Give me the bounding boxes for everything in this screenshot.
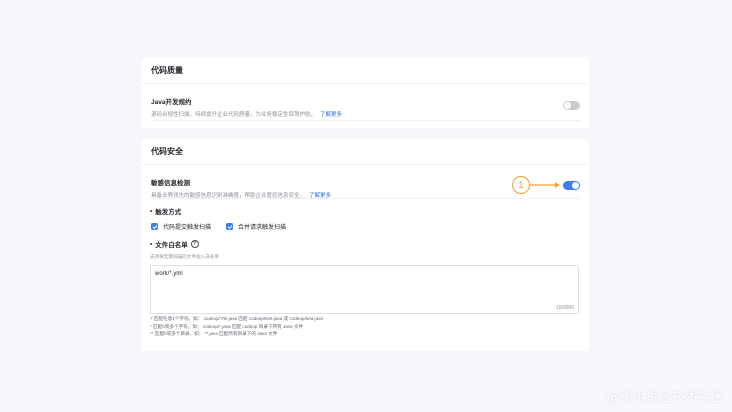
- sensitive-info-toggle[interactable]: [563, 181, 580, 190]
- watermark: @稀土掘金技术社区: [606, 390, 724, 405]
- commit-trigger-checkbox-row[interactable]: 代码提交触发扫描: [151, 222, 211, 231]
- java-rule-toggle[interactable]: [563, 101, 580, 110]
- divider: [150, 120, 580, 121]
- divider: [150, 198, 580, 199]
- whitelist-value: work/*.yml: [155, 271, 183, 277]
- java-rule-description: 源码合规性扫描，持续提升企业代码质量，为业务稳定性保驾护航。 了解更多: [151, 110, 579, 118]
- whitelist-section-title: • 文件白名单 ?: [150, 239, 199, 249]
- trigger-title-text: 触发方式: [155, 209, 182, 216]
- toggle-knob: [564, 102, 571, 109]
- toggle-knob: [572, 182, 579, 189]
- annotation-arrow-icon: [530, 182, 560, 188]
- trigger-section-title: • 触发方式: [150, 206, 182, 217]
- annotation-marker: 1: [512, 176, 530, 194]
- java-rule-desc-text: 源码合规性扫描，持续提升企业代码质量，为业务稳定性保驾护航。: [151, 112, 317, 118]
- whitelist-rule-3: ** 匹配0或多个目录。如： **.java 匹配所有目录下的 Java 文件: [150, 331, 278, 336]
- whitelist-hint: 支持将无需扫描的文件加入白名单: [150, 254, 219, 259]
- bullet-dot: •: [150, 240, 153, 248]
- commit-trigger-checkbox[interactable]: [151, 223, 158, 230]
- code-quality-card: 代码质量 Java开发规约 源码合规性扫描，持续提升企业代码质量，为业务稳定性保…: [141, 58, 589, 128]
- whitelist-rule-1: ? 匹配任意1个字符。如： codeup/?/el.java 匹配 codeup…: [150, 316, 323, 321]
- java-rule-title: Java开发规约: [151, 99, 192, 106]
- whitelist-char-counter: 10/3000: [555, 305, 574, 311]
- merge-request-trigger-label: 合并请求触发扫描: [238, 225, 287, 231]
- java-rule-row: Java开发规约 源码合规性扫描，持续提升企业代码质量，为业务稳定性保驾护航。了…: [141, 84, 589, 118]
- help-icon[interactable]: ?: [190, 240, 199, 248]
- merge-request-trigger-checkbox-row[interactable]: 合并请求触发扫描: [226, 222, 286, 231]
- commit-trigger-label: 代码提交触发扫描: [163, 225, 212, 231]
- code-quality-header: 代码质量: [141, 58, 589, 84]
- code-security-header: 代码安全: [141, 139, 589, 165]
- merge-request-trigger-checkbox[interactable]: [226, 223, 233, 230]
- whitelist-title-text: 文件白名单: [155, 242, 188, 249]
- whitelist-rule-2: * 匹配0或多个字符。如： codeup/*.java 匹配 codeup 目录…: [150, 323, 304, 329]
- bullet-dot: •: [150, 207, 153, 215]
- check-icon: [227, 224, 232, 229]
- whitelist-textarea[interactable]: work/*.yml 10/3000: [150, 265, 579, 314]
- check-icon: [152, 224, 157, 229]
- java-rule-learn-more-link[interactable]: 了解更多: [320, 112, 342, 118]
